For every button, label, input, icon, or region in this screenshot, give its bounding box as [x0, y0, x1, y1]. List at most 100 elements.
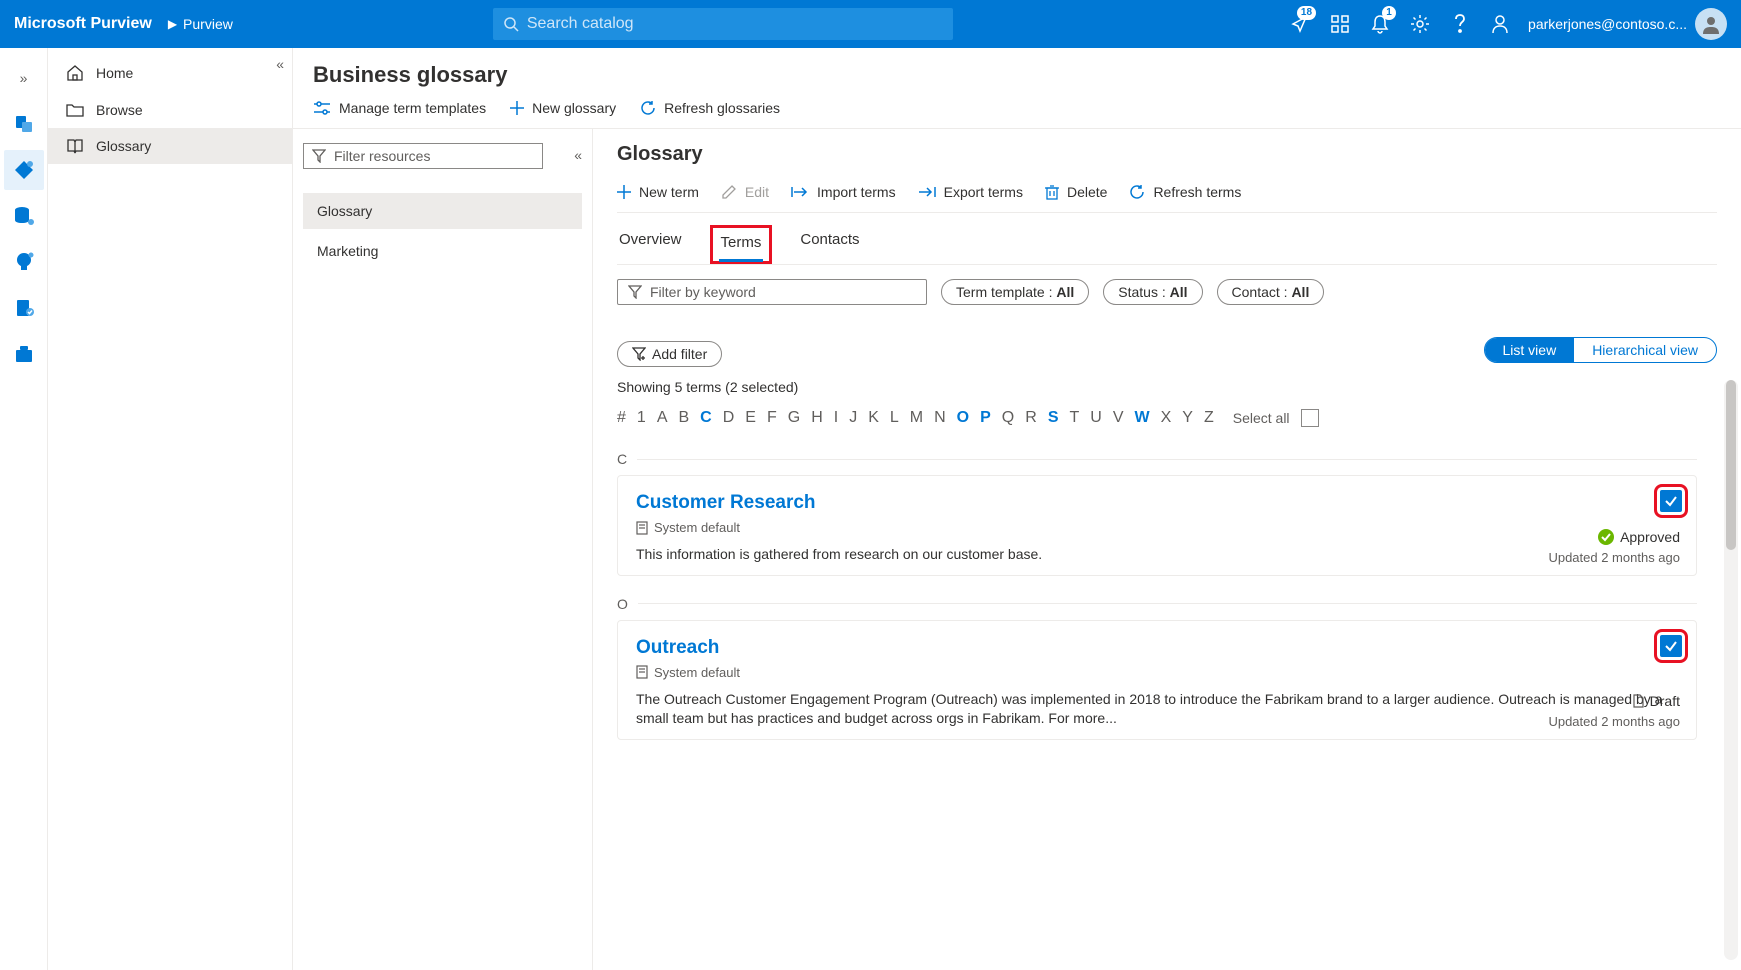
feedback-icon[interactable]: 18: [1280, 0, 1320, 48]
rail-item-catalog[interactable]: [4, 150, 44, 190]
refresh-glossaries-button[interactable]: Refresh glossaries: [640, 100, 780, 116]
alpha-letter[interactable]: L: [890, 409, 899, 427]
scrollbar[interactable]: [1724, 380, 1738, 960]
alpha-letter[interactable]: Y: [1182, 409, 1193, 427]
nav-rail: »: [0, 48, 48, 970]
list-view-toggle[interactable]: List view: [1485, 338, 1575, 362]
resources-collapse-button[interactable]: «: [574, 147, 582, 163]
notifications-icon[interactable]: 1: [1360, 0, 1400, 48]
new-term-button[interactable]: New term: [617, 184, 699, 200]
user-email[interactable]: parkerjones@contoso.c...: [1528, 16, 1687, 32]
alpha-letter[interactable]: Z: [1204, 409, 1214, 427]
delete-button[interactable]: Delete: [1045, 184, 1107, 200]
check-icon: [1664, 494, 1678, 508]
filter-pill-contact[interactable]: Contact : All: [1217, 279, 1325, 305]
person-icon[interactable]: [1480, 0, 1520, 48]
import-icon: [791, 185, 809, 199]
refresh-icon: [640, 100, 656, 116]
alpha-letter[interactable]: I: [834, 409, 838, 427]
app-header: Microsoft Purview ▶ Purview Search catal…: [0, 0, 1741, 48]
alpha-letter[interactable]: V: [1113, 409, 1124, 427]
term-name-link[interactable]: Outreach: [636, 637, 1678, 659]
approved-icon: [1598, 529, 1614, 545]
filter-resources-input[interactable]: Filter resources: [303, 143, 543, 169]
rail-expand-button[interactable]: »: [4, 58, 44, 98]
nav-item-browse[interactable]: Browse: [48, 92, 292, 128]
rail-item-sources[interactable]: [4, 104, 44, 144]
alpha-letter[interactable]: D: [723, 409, 735, 427]
resource-item-glossary[interactable]: Glossary: [303, 193, 582, 229]
alpha-letter[interactable]: T: [1069, 409, 1079, 427]
alpha-letter[interactable]: 1: [637, 409, 646, 427]
add-filter-button[interactable]: Add filter: [617, 341, 722, 367]
rail-item-policy[interactable]: [4, 288, 44, 328]
nav-label: Home: [96, 65, 133, 81]
term-checkbox[interactable]: [1660, 635, 1682, 657]
alpha-letter[interactable]: F: [767, 409, 777, 427]
plus-icon: [510, 101, 524, 115]
alpha-letter[interactable]: P: [980, 409, 991, 427]
manage-templates-button[interactable]: Manage term templates: [313, 100, 486, 116]
breadcrumb-chevron-icon: ▶: [168, 17, 177, 31]
alpha-letter[interactable]: K: [868, 409, 879, 427]
feedback-badge: 18: [1297, 6, 1316, 20]
settings-icon[interactable]: [1400, 0, 1440, 48]
avatar[interactable]: [1695, 8, 1727, 40]
resource-item-marketing[interactable]: Marketing: [303, 233, 582, 269]
filter-keyword-input[interactable]: Filter by keyword: [617, 279, 927, 305]
tab-terms[interactable]: Terms: [719, 228, 764, 261]
rail-item-data[interactable]: [4, 196, 44, 236]
alpha-letter[interactable]: R: [1025, 409, 1037, 427]
glossary-detail: Glossary New term Edit Import terms: [593, 129, 1741, 970]
term-updated: Updated 2 months ago: [1548, 714, 1680, 729]
nav-item-home[interactable]: Home: [48, 54, 292, 92]
tab-contacts[interactable]: Contacts: [798, 225, 861, 264]
nav-collapse-button[interactable]: «: [276, 56, 284, 72]
view-toggle[interactable]: List view Hierarchical view: [1484, 337, 1718, 363]
new-glossary-button[interactable]: New glossary: [510, 100, 616, 116]
term-name-link[interactable]: Customer Research: [636, 492, 1678, 514]
alpha-letter[interactable]: X: [1161, 409, 1172, 427]
alpha-letter[interactable]: J: [849, 409, 857, 427]
filter-add-icon: [632, 347, 646, 361]
alpha-letter[interactable]: Q: [1002, 409, 1014, 427]
tab-overview[interactable]: Overview: [617, 225, 684, 264]
trash-icon: [1045, 184, 1059, 200]
alpha-letter[interactable]: S: [1048, 409, 1059, 427]
alpha-letter[interactable]: G: [788, 409, 800, 427]
alpha-letter[interactable]: M: [910, 409, 923, 427]
help-icon[interactable]: [1440, 0, 1480, 48]
term-card[interactable]: Outreach System default The Outreach Cus…: [617, 620, 1697, 740]
export-terms-button[interactable]: Export terms: [918, 184, 1023, 200]
filter-pill-status[interactable]: Status : All: [1103, 279, 1202, 305]
alpha-letter[interactable]: N: [934, 409, 946, 427]
template-icon: [636, 521, 648, 535]
folder-icon: [66, 102, 84, 118]
alpha-letter[interactable]: H: [811, 409, 823, 427]
breadcrumb[interactable]: Purview: [183, 16, 233, 32]
apps-icon[interactable]: [1320, 0, 1360, 48]
brand-label: Microsoft Purview: [14, 15, 152, 33]
search-input[interactable]: Search catalog: [493, 8, 953, 40]
alpha-letter[interactable]: C: [700, 409, 712, 427]
alpha-letter[interactable]: O: [957, 409, 969, 427]
term-checkbox[interactable]: [1660, 490, 1682, 512]
alpha-letter[interactable]: B: [678, 409, 689, 427]
draft-icon: [1632, 694, 1644, 708]
nav-item-glossary[interactable]: Glossary: [48, 128, 292, 164]
alpha-letter[interactable]: W: [1135, 409, 1150, 427]
hierarchical-view-toggle[interactable]: Hierarchical view: [1574, 338, 1716, 362]
alpha-letter[interactable]: A: [657, 409, 668, 427]
term-updated: Updated 2 months ago: [1548, 550, 1680, 565]
term-card[interactable]: Customer Research System default This in…: [617, 475, 1697, 576]
alpha-letter[interactable]: #: [617, 409, 626, 427]
alpha-letter[interactable]: U: [1090, 409, 1102, 427]
refresh-terms-button[interactable]: Refresh terms: [1129, 184, 1241, 200]
select-all-checkbox[interactable]: [1301, 409, 1319, 427]
rail-item-insights[interactable]: [4, 242, 44, 282]
term-description: This information is gathered from resear…: [636, 545, 1678, 565]
rail-item-management[interactable]: [4, 334, 44, 374]
filter-pill-template[interactable]: Term template : All: [941, 279, 1089, 305]
alpha-letter[interactable]: E: [745, 409, 756, 427]
import-terms-button[interactable]: Import terms: [791, 184, 896, 200]
